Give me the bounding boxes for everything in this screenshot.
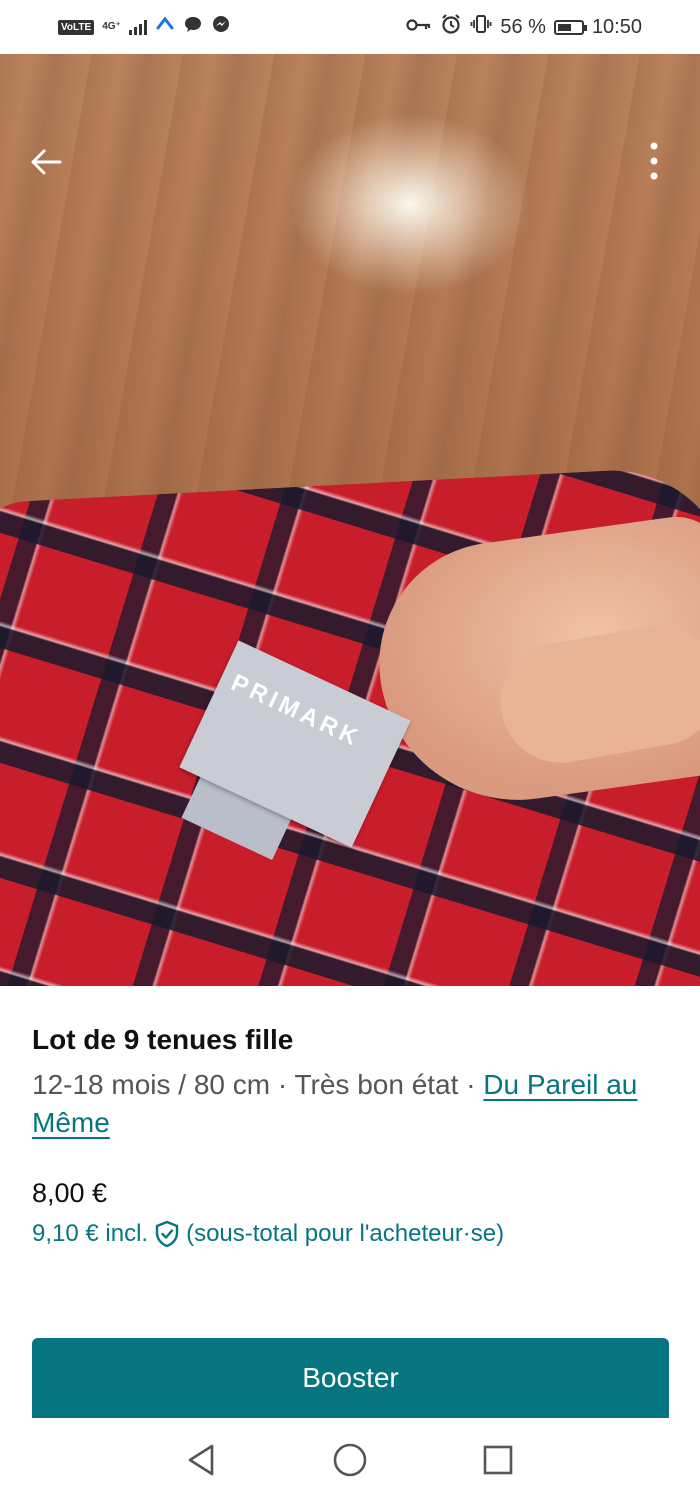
status-bar: VoLTE 4G⁺ 56 % 10:50	[0, 0, 700, 54]
buyer-price-info[interactable]: 9,10 € incl. (sous-total pour l'acheteur…	[32, 1220, 504, 1248]
back-button[interactable]	[26, 142, 66, 182]
square-recents-icon	[483, 1445, 513, 1475]
listing-attributes: 12-18 mois / 80 cm · Très bon état · Du …	[32, 1066, 668, 1142]
status-left: VoLTE 4G⁺	[58, 14, 231, 40]
alarm-icon	[440, 13, 462, 41]
network-type-icon: 4G⁺	[102, 21, 121, 32]
key-icon	[406, 16, 432, 39]
nav-recents-button[interactable]	[478, 1440, 518, 1480]
listing-details: Lot de 9 tenues fille 12-18 mois / 80 cm…	[32, 1020, 668, 1142]
price-incl-value: 9,10 € incl.	[32, 1220, 149, 1247]
vibrate-icon	[470, 14, 492, 40]
battery-percent: 56 %	[500, 15, 546, 38]
status-right: 56 % 10:50	[406, 13, 642, 41]
booster-button[interactable]: Booster	[32, 1338, 669, 1418]
listing-price: 8,00 €	[32, 1178, 108, 1208]
listing-size-condition: 12-18 mois / 80 cm · Très bon état ·	[32, 1069, 484, 1100]
nav-back-button[interactable]	[182, 1440, 222, 1480]
system-navigation-bar	[0, 1418, 700, 1498]
listing-photo-carousel[interactable]: PRIMARK	[0, 54, 700, 986]
triangle-back-icon	[188, 1444, 214, 1476]
back-arrow-icon	[31, 149, 62, 175]
messenger-icon	[211, 14, 231, 40]
carousel-indicator	[0, 984, 700, 986]
listing-title: Lot de 9 tenues fille	[32, 1024, 294, 1055]
circle-home-icon	[333, 1443, 367, 1477]
more-options-button[interactable]	[640, 140, 668, 184]
price-incl-note: (sous-total pour l'acheteur·se)	[186, 1220, 505, 1247]
buyer-protection-shield-icon	[155, 1220, 179, 1248]
signal-bars-icon	[128, 19, 147, 35]
chat-bubble-icon	[183, 14, 203, 40]
nav-home-button[interactable]	[330, 1440, 370, 1480]
clock: 10:50	[591, 15, 642, 38]
battery-icon	[553, 19, 587, 35]
messaging-app-icon	[155, 14, 175, 40]
volte-icon: VoLTE	[58, 19, 95, 35]
more-vertical-icon	[650, 142, 658, 180]
